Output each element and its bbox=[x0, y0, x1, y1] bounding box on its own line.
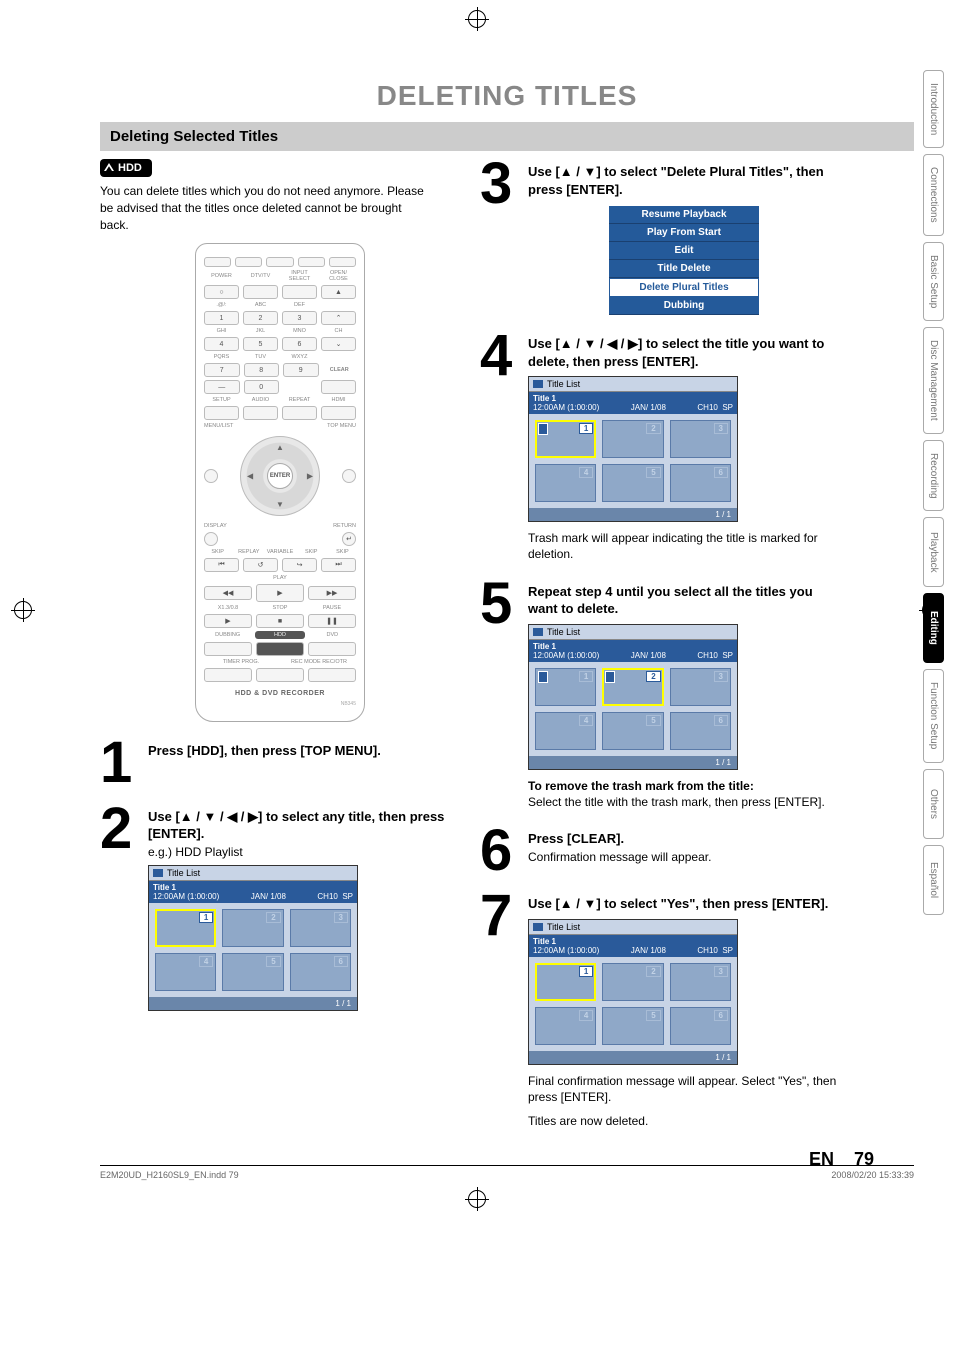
step-heading: Press [CLEAR]. bbox=[528, 830, 840, 848]
page-number: EN79 bbox=[809, 1149, 874, 1170]
menu-item: Dubbing bbox=[609, 297, 759, 315]
step-number: 5 bbox=[480, 579, 520, 628]
step-heading: Repeat step 4 until you select all the t… bbox=[528, 583, 840, 618]
step-subtext: Confirmation message will appear. bbox=[528, 850, 840, 864]
step-heading: Press [HDD], then press [TOP MENU]. bbox=[148, 742, 460, 760]
menu-item: Edit bbox=[609, 242, 759, 260]
step-2: 2 Use [▲ / ▼ / ◀ / ▶] to select any titl… bbox=[100, 804, 460, 1011]
step-note: Trash mark will appear indicating the ti… bbox=[528, 530, 840, 562]
side-tab: Connections bbox=[923, 154, 944, 236]
footer-left: E2M20UD_H2160SL9_EN.indd 79 bbox=[100, 1170, 239, 1180]
step-note: Titles are now deleted. bbox=[528, 1113, 840, 1129]
step-number: 7 bbox=[480, 891, 520, 940]
step-note: To remove the trash mark from the title:… bbox=[528, 778, 840, 810]
step-5: 5 Repeat step 4 until you select all the… bbox=[480, 579, 840, 810]
side-tab: Editing bbox=[923, 593, 944, 663]
title-list-widget: Title List Title 1 12:00AM (1:00:00)JAN/… bbox=[148, 865, 358, 1011]
step-note: Final confirmation message will appear. … bbox=[528, 1073, 840, 1105]
menu-item: Resume Playback bbox=[609, 206, 759, 224]
side-tabs: Introduction Connections Basic Setup Disc M… bbox=[923, 70, 944, 915]
side-tab: Playback bbox=[923, 517, 944, 587]
step-heading: Use [▲ / ▼ / ◀ / ▶] to select any title,… bbox=[148, 808, 460, 843]
step-3: 3 Use [▲ / ▼] to select "Delete Plural T… bbox=[480, 159, 840, 315]
step-heading: Use [▲ / ▼] to select "Delete Plural Tit… bbox=[528, 163, 840, 198]
hdd-badge: HDD bbox=[100, 159, 152, 177]
side-tab: Disc Management bbox=[923, 327, 944, 434]
side-tab: Function Setup bbox=[923, 669, 944, 762]
step-heading: Use [▲ / ▼] to select "Yes", then press … bbox=[528, 895, 840, 913]
step-number: 3 bbox=[480, 159, 520, 208]
on-screen-menu: Resume PlaybackPlay From StartEditTitle … bbox=[609, 206, 759, 315]
side-tab: Others bbox=[923, 769, 944, 839]
step-6: 6 Press [CLEAR]. Confirmation message wi… bbox=[480, 826, 840, 875]
step-number: 6 bbox=[480, 826, 520, 875]
step-number: 1 bbox=[100, 738, 140, 787]
side-tab: Introduction bbox=[923, 70, 944, 148]
step-1: 1 Press [HDD], then press [TOP MENU]. bbox=[100, 738, 460, 787]
step-subtext: e.g.) HDD Playlist bbox=[148, 845, 460, 859]
remote-illustration: POWERDTV/TVINPUT SELECTOPEN/ CLOSE ○▲ .@… bbox=[195, 243, 365, 722]
step-number: 2 bbox=[100, 804, 140, 853]
step-7: 7 Use [▲ / ▼] to select "Yes", then pres… bbox=[480, 891, 840, 1129]
step-number: 4 bbox=[480, 331, 520, 380]
menu-item: Title Delete bbox=[609, 260, 759, 278]
step-4: 4 Use [▲ / ▼ / ◀ / ▶] to select the titl… bbox=[480, 331, 840, 562]
side-tab: Español bbox=[923, 845, 944, 915]
side-tab: Basic Setup bbox=[923, 242, 944, 321]
intro-text: You can delete titles which you do not n… bbox=[100, 183, 430, 233]
menu-item: Play From Start bbox=[609, 224, 759, 242]
step-heading: Use [▲ / ▼ / ◀ / ▶] to select the title … bbox=[528, 335, 840, 370]
section-heading: Deleting Selected Titles bbox=[100, 122, 914, 151]
title-list-widget: Title List Title 1 12:00AM (1:00:00)JAN/… bbox=[528, 919, 738, 1065]
footer-right: 2008/02/20 15:33:39 bbox=[831, 1170, 914, 1180]
menu-item: Delete Plural Titles bbox=[609, 278, 759, 297]
page-title: DELETING TITLES bbox=[100, 80, 914, 112]
title-list-widget: Title List Title 1 12:00AM (1:00:00)JAN/… bbox=[528, 624, 738, 770]
side-tab: Recording bbox=[923, 440, 944, 512]
title-list-widget: Title List Title 1 12:00AM (1:00:00)JAN/… bbox=[528, 376, 738, 522]
footer: E2M20UD_H2160SL9_EN.indd 79 2008/02/20 1… bbox=[100, 1165, 914, 1180]
